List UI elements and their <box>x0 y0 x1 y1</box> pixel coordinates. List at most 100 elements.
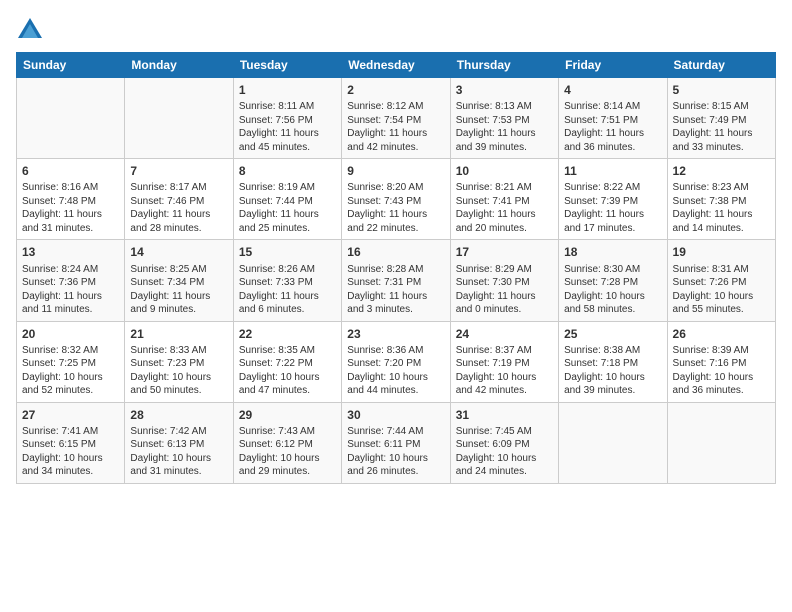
calendar-cell <box>125 78 233 159</box>
calendar-cell <box>17 78 125 159</box>
calendar-cell: 30 Sunrise: 7:44 AMSunset: 6:11 PMDayligh… <box>342 402 450 483</box>
day-info: Sunrise: 8:17 AMSunset: 7:46 PMDaylight:… <box>130 181 227 235</box>
day-info: Sunrise: 8:38 AMSunset: 7:18 PMDaylight:… <box>564 344 661 398</box>
day-info: Sunrise: 8:32 AMSunset: 7:25 PMDaylight:… <box>22 344 119 398</box>
calendar-cell: 27Sunrise: 7:41 AMSunset: 6:15 PMDayligh… <box>17 402 125 483</box>
calendar-cell: 11 Sunrise: 8:22 AMSunset: 7:39 PMDayligh… <box>559 159 667 240</box>
day-info: Sunrise: 7:44 AMSunset: 6:11 PMDaylight:… <box>347 425 444 479</box>
calendar-cell: 31 Sunrise: 7:45 AMSunset: 6:09 PMDayligh… <box>450 402 558 483</box>
day-number: 14 <box>130 244 227 260</box>
weekday-header: Thursday <box>450 53 558 78</box>
day-info: Sunrise: 8:22 AMSunset: 7:39 PMDaylight:… <box>564 181 661 235</box>
day-number: 26 <box>673 326 770 342</box>
calendar-cell: 14 Sunrise: 8:25 AMSunset: 7:34 PMDayligh… <box>125 240 233 321</box>
day-number: 30 <box>347 407 444 423</box>
calendar-cell: 26 Sunrise: 8:39 AMSunset: 7:16 PMDayligh… <box>667 321 775 402</box>
day-number: 31 <box>456 407 553 423</box>
day-number: 21 <box>130 326 227 342</box>
weekday-header: Wednesday <box>342 53 450 78</box>
day-info: Sunrise: 8:16 AMSunset: 7:48 PMDaylight:… <box>22 181 119 235</box>
calendar-cell: 7 Sunrise: 8:17 AMSunset: 7:46 PMDaylight… <box>125 159 233 240</box>
day-number: 25 <box>564 326 661 342</box>
weekday-header: Sunday <box>17 53 125 78</box>
weekday-header: Friday <box>559 53 667 78</box>
day-number: 5 <box>673 82 770 98</box>
day-number: 6 <box>22 163 119 179</box>
weekday-header-row: SundayMondayTuesdayWednesdayThursdayFrid… <box>17 53 776 78</box>
day-number: 22 <box>239 326 336 342</box>
day-info: Sunrise: 8:25 AMSunset: 7:34 PMDaylight:… <box>130 263 227 317</box>
day-number: 2 <box>347 82 444 98</box>
calendar-cell: 21 Sunrise: 8:33 AMSunset: 7:23 PMDayligh… <box>125 321 233 402</box>
calendar-cell: 29 Sunrise: 7:43 AMSunset: 6:12 PMDayligh… <box>233 402 341 483</box>
calendar-cell <box>559 402 667 483</box>
day-number: 9 <box>347 163 444 179</box>
day-number: 23 <box>347 326 444 342</box>
calendar-week-row: 1 Sunrise: 8:11 AMSunset: 7:56 PMDaylight… <box>17 78 776 159</box>
calendar-cell: 23 Sunrise: 8:36 AMSunset: 7:20 PMDayligh… <box>342 321 450 402</box>
day-info: Sunrise: 8:13 AMSunset: 7:53 PMDaylight:… <box>456 100 553 154</box>
calendar-cell: 9 Sunrise: 8:20 AMSunset: 7:43 PMDaylight… <box>342 159 450 240</box>
calendar-cell: 22 Sunrise: 8:35 AMSunset: 7:22 PMDayligh… <box>233 321 341 402</box>
calendar-cell: 20 Sunrise: 8:32 AMSunset: 7:25 PMDayligh… <box>17 321 125 402</box>
day-number: 3 <box>456 82 553 98</box>
day-number: 20 <box>22 326 119 342</box>
day-number: 28 <box>130 407 227 423</box>
calendar-week-row: 27Sunrise: 7:41 AMSunset: 6:15 PMDayligh… <box>17 402 776 483</box>
day-info: Sunrise: 8:12 AMSunset: 7:54 PMDaylight:… <box>347 100 444 154</box>
day-info: Sunrise: 8:26 AMSunset: 7:33 PMDaylight:… <box>239 263 336 317</box>
calendar-cell <box>667 402 775 483</box>
day-number: 1 <box>239 82 336 98</box>
day-info: Sunrise: 8:39 AMSunset: 7:16 PMDaylight:… <box>673 344 770 398</box>
calendar-cell: 16Sunrise: 8:28 AMSunset: 7:31 PMDayligh… <box>342 240 450 321</box>
day-number: 24 <box>456 326 553 342</box>
calendar-cell: 15 Sunrise: 8:26 AMSunset: 7:33 PMDayligh… <box>233 240 341 321</box>
calendar-week-row: 20 Sunrise: 8:32 AMSunset: 7:25 PMDayligh… <box>17 321 776 402</box>
day-info: Sunrise: 8:24 AMSunset: 7:36 PMDaylight:… <box>22 263 119 317</box>
calendar-cell: 19 Sunrise: 8:31 AMSunset: 7:26 PMDayligh… <box>667 240 775 321</box>
calendar-cell: 18Sunrise: 8:30 AMSunset: 7:28 PMDayligh… <box>559 240 667 321</box>
day-number: 8 <box>239 163 336 179</box>
day-number: 17 <box>456 244 553 260</box>
day-info: Sunrise: 8:20 AMSunset: 7:43 PMDaylight:… <box>347 181 444 235</box>
day-info: Sunrise: 8:23 AMSunset: 7:38 PMDaylight:… <box>673 181 770 235</box>
calendar-cell: 3 Sunrise: 8:13 AMSunset: 7:53 PMDaylight… <box>450 78 558 159</box>
calendar-cell: 28Sunrise: 7:42 AMSunset: 6:13 PMDayligh… <box>125 402 233 483</box>
calendar-cell: 2 Sunrise: 8:12 AMSunset: 7:54 PMDaylight… <box>342 78 450 159</box>
day-number: 15 <box>239 244 336 260</box>
day-info: Sunrise: 8:19 AMSunset: 7:44 PMDaylight:… <box>239 181 336 235</box>
day-info: Sunrise: 8:35 AMSunset: 7:22 PMDaylight:… <box>239 344 336 398</box>
day-info: Sunrise: 7:41 AMSunset: 6:15 PMDaylight:… <box>22 425 119 479</box>
calendar-cell: 13 Sunrise: 8:24 AMSunset: 7:36 PMDayligh… <box>17 240 125 321</box>
calendar-cell: 8 Sunrise: 8:19 AMSunset: 7:44 PMDaylight… <box>233 159 341 240</box>
calendar-cell: 10 Sunrise: 8:21 AMSunset: 7:41 PMDayligh… <box>450 159 558 240</box>
day-number: 29 <box>239 407 336 423</box>
day-number: 11 <box>564 163 661 179</box>
calendar-cell: 17 Sunrise: 8:29 AMSunset: 7:30 PMDayligh… <box>450 240 558 321</box>
day-number: 7 <box>130 163 227 179</box>
logo <box>16 16 48 44</box>
day-number: 12 <box>673 163 770 179</box>
day-info: Sunrise: 8:21 AMSunset: 7:41 PMDaylight:… <box>456 181 553 235</box>
calendar-cell: 12 Sunrise: 8:23 AMSunset: 7:38 PMDayligh… <box>667 159 775 240</box>
day-info: Sunrise: 8:30 AMSunset: 7:28 PMDaylight:… <box>564 263 661 317</box>
day-info: Sunrise: 7:43 AMSunset: 6:12 PMDaylight:… <box>239 425 336 479</box>
weekday-header: Monday <box>125 53 233 78</box>
day-number: 13 <box>22 244 119 260</box>
weekday-header: Saturday <box>667 53 775 78</box>
page-header <box>16 16 776 44</box>
calendar-week-row: 13 Sunrise: 8:24 AMSunset: 7:36 PMDayligh… <box>17 240 776 321</box>
calendar-cell: 5 Sunrise: 8:15 AMSunset: 7:49 PMDaylight… <box>667 78 775 159</box>
day-info: Sunrise: 8:15 AMSunset: 7:49 PMDaylight:… <box>673 100 770 154</box>
day-number: 19 <box>673 244 770 260</box>
day-info: Sunrise: 8:28 AMSunset: 7:31 PMDaylight:… <box>347 263 444 317</box>
day-info: Sunrise: 8:33 AMSunset: 7:23 PMDaylight:… <box>130 344 227 398</box>
day-info: Sunrise: 8:29 AMSunset: 7:30 PMDaylight:… <box>456 263 553 317</box>
calendar-cell: 25 Sunrise: 8:38 AMSunset: 7:18 PMDayligh… <box>559 321 667 402</box>
day-info: Sunrise: 8:11 AMSunset: 7:56 PMDaylight:… <box>239 100 336 154</box>
day-info: Sunrise: 8:31 AMSunset: 7:26 PMDaylight:… <box>673 263 770 317</box>
calendar-cell: 4Sunrise: 8:14 AMSunset: 7:51 PMDaylight… <box>559 78 667 159</box>
day-number: 10 <box>456 163 553 179</box>
day-info: Sunrise: 7:45 AMSunset: 6:09 PMDaylight:… <box>456 425 553 479</box>
day-info: Sunrise: 8:36 AMSunset: 7:20 PMDaylight:… <box>347 344 444 398</box>
